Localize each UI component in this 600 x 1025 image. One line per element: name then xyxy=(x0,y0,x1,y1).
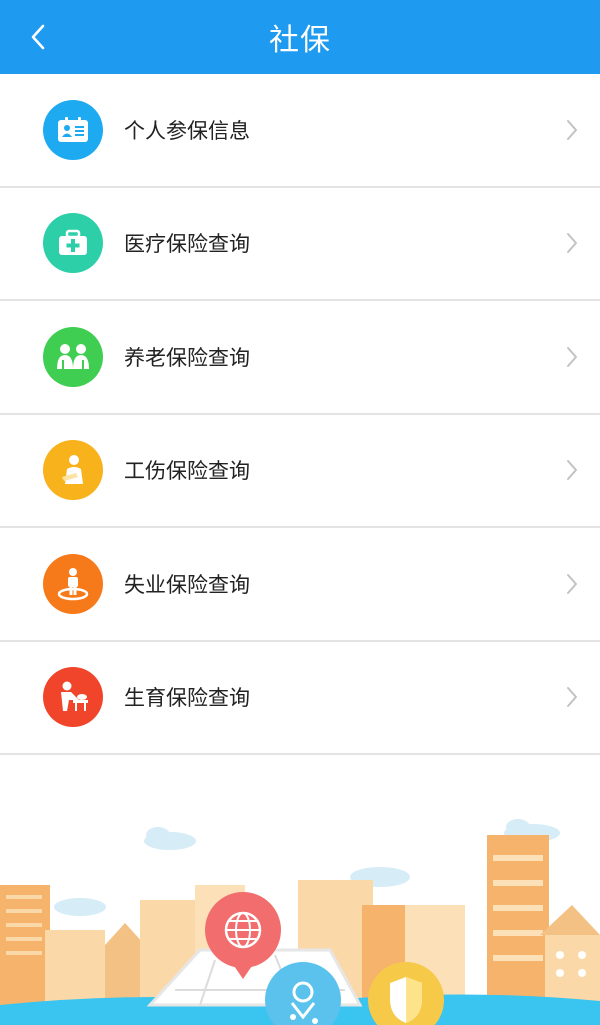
chevron-right-icon xyxy=(567,119,577,140)
chevron-right-icon xyxy=(567,687,577,708)
standing-person-icon xyxy=(43,553,103,614)
menu-item-personal-info[interactable]: 个人参保信息 xyxy=(0,74,600,188)
menu-item-maternity-insurance[interactable]: 生育保险查询 xyxy=(0,641,600,755)
insurance-menu-list: 个人参保信息 医疗保险查询 养老保险查询 工伤保险查询 失业保险查询 生育保险查… xyxy=(0,74,600,755)
app-header: 社保 xyxy=(0,0,600,74)
chevron-right-icon xyxy=(567,346,577,367)
chevron-right-icon xyxy=(567,573,577,594)
injured-person-icon xyxy=(43,440,103,501)
menu-item-label: 工伤保险查询 xyxy=(124,459,250,484)
back-button[interactable] xyxy=(18,17,58,57)
menu-item-work-injury-insurance[interactable]: 工伤保险查询 xyxy=(0,414,600,528)
menu-item-label: 生育保险查询 xyxy=(124,686,250,711)
menu-item-label: 失业保险查询 xyxy=(124,572,250,597)
menu-item-label: 个人参保信息 xyxy=(124,118,250,143)
parent-baby-icon xyxy=(43,667,103,728)
chevron-right-icon xyxy=(567,233,577,254)
menu-item-label: 养老保险查询 xyxy=(124,345,250,370)
id-card-icon xyxy=(43,99,103,160)
page-title: 社保 xyxy=(269,23,331,58)
menu-item-label: 医疗保险查询 xyxy=(124,232,250,257)
chevron-right-icon xyxy=(567,460,577,481)
elderly-couple-icon xyxy=(43,326,103,387)
medical-kit-icon xyxy=(43,213,103,274)
city-illustration xyxy=(0,819,600,1025)
menu-item-pension-insurance[interactable]: 养老保险查询 xyxy=(0,301,600,415)
menu-item-medical-insurance[interactable]: 医疗保险查询 xyxy=(0,187,600,301)
chevron-left-icon xyxy=(31,24,45,50)
menu-item-unemployment-insurance[interactable]: 失业保险查询 xyxy=(0,528,600,642)
